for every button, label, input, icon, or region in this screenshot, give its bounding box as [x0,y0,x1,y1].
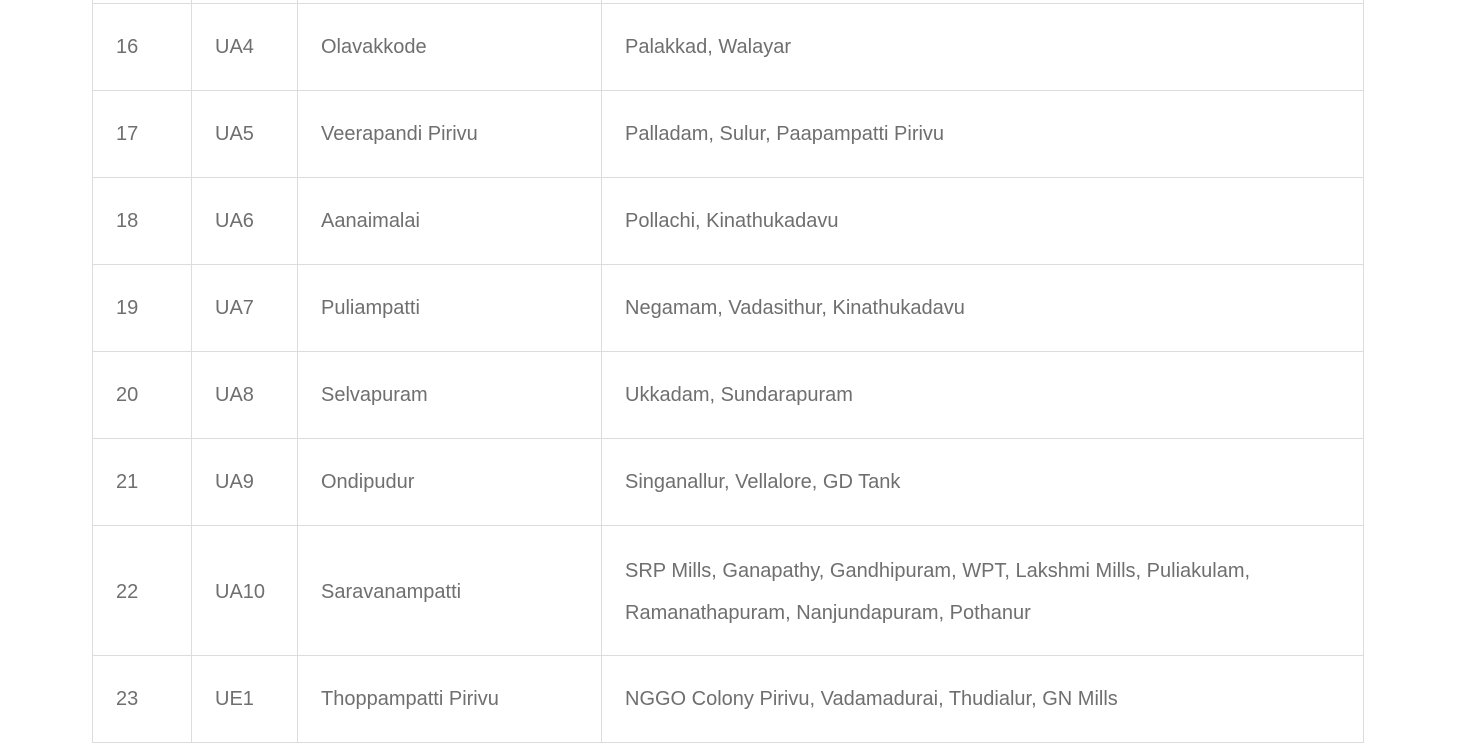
table-row: 22 UA10 Saravanampatti SRP Mills, Ganapa… [92,525,1364,656]
route-code-cell: UA9 [191,438,298,526]
origin-cell: Ondipudur [297,438,602,526]
serial-number-cell: 17 [92,90,192,178]
route-code-cell: UE1 [191,655,298,743]
via-cell: NGGO Colony Pirivu, Vadamadurai, Thudial… [601,655,1364,743]
origin-cell: Saravanampatti [297,525,602,656]
via-cell: Palladam, Sulur, Paapampatti Pirivu [601,90,1364,178]
table-row: 21 UA9 Ondipudur Singanallur, Vellalore,… [92,438,1364,526]
table-row: 18 UA6 Aanaimalai Pollachi, Kinathukadav… [92,177,1364,265]
origin-cell: Aanaimalai [297,177,602,265]
serial-number-cell: 16 [92,3,192,91]
serial-number-cell: 22 [92,525,192,656]
via-cell: Ukkadam, Sundarapuram [601,351,1364,439]
route-code-cell: UA4 [191,3,298,91]
origin-cell: Veerapandi Pirivu [297,90,602,178]
route-code-cell: UA5 [191,90,298,178]
serial-number-cell: 23 [92,655,192,743]
route-code-cell: UA10 [191,525,298,656]
serial-number-cell: 19 [92,264,192,352]
origin-cell: Thoppampatti Pirivu [297,655,602,743]
route-code-cell: UA8 [191,351,298,439]
bus-route-table-container: 16 UA4 Olavakkode Palakkad, Walayar 17 U… [92,0,1364,743]
origin-cell: Selvapuram [297,351,602,439]
serial-number-cell: 21 [92,438,192,526]
via-cell: Negamam, Vadasithur, Kinathukadavu [601,264,1364,352]
serial-number-cell: 20 [92,351,192,439]
via-cell: SRP Mills, Ganapathy, Gandhipuram, WPT, … [601,525,1364,656]
table-row: 19 UA7 Puliampatti Negamam, Vadasithur, … [92,264,1364,352]
origin-cell: Olavakkode [297,3,602,91]
route-code-cell: UA6 [191,177,298,265]
origin-cell: Puliampatti [297,264,602,352]
route-code-cell: UA7 [191,264,298,352]
table-row: 16 UA4 Olavakkode Palakkad, Walayar [92,3,1364,91]
table-row: 17 UA5 Veerapandi Pirivu Palladam, Sulur… [92,90,1364,178]
table-row: 23 UE1 Thoppampatti Pirivu NGGO Colony P… [92,655,1364,743]
via-cell: Palakkad, Walayar [601,3,1364,91]
bus-route-table: 16 UA4 Olavakkode Palakkad, Walayar 17 U… [92,0,1364,743]
serial-number-cell: 18 [92,177,192,265]
via-cell: Pollachi, Kinathukadavu [601,177,1364,265]
via-cell: Singanallur, Vellalore, GD Tank [601,438,1364,526]
table-row: 20 UA8 Selvapuram Ukkadam, Sundarapuram [92,351,1364,439]
